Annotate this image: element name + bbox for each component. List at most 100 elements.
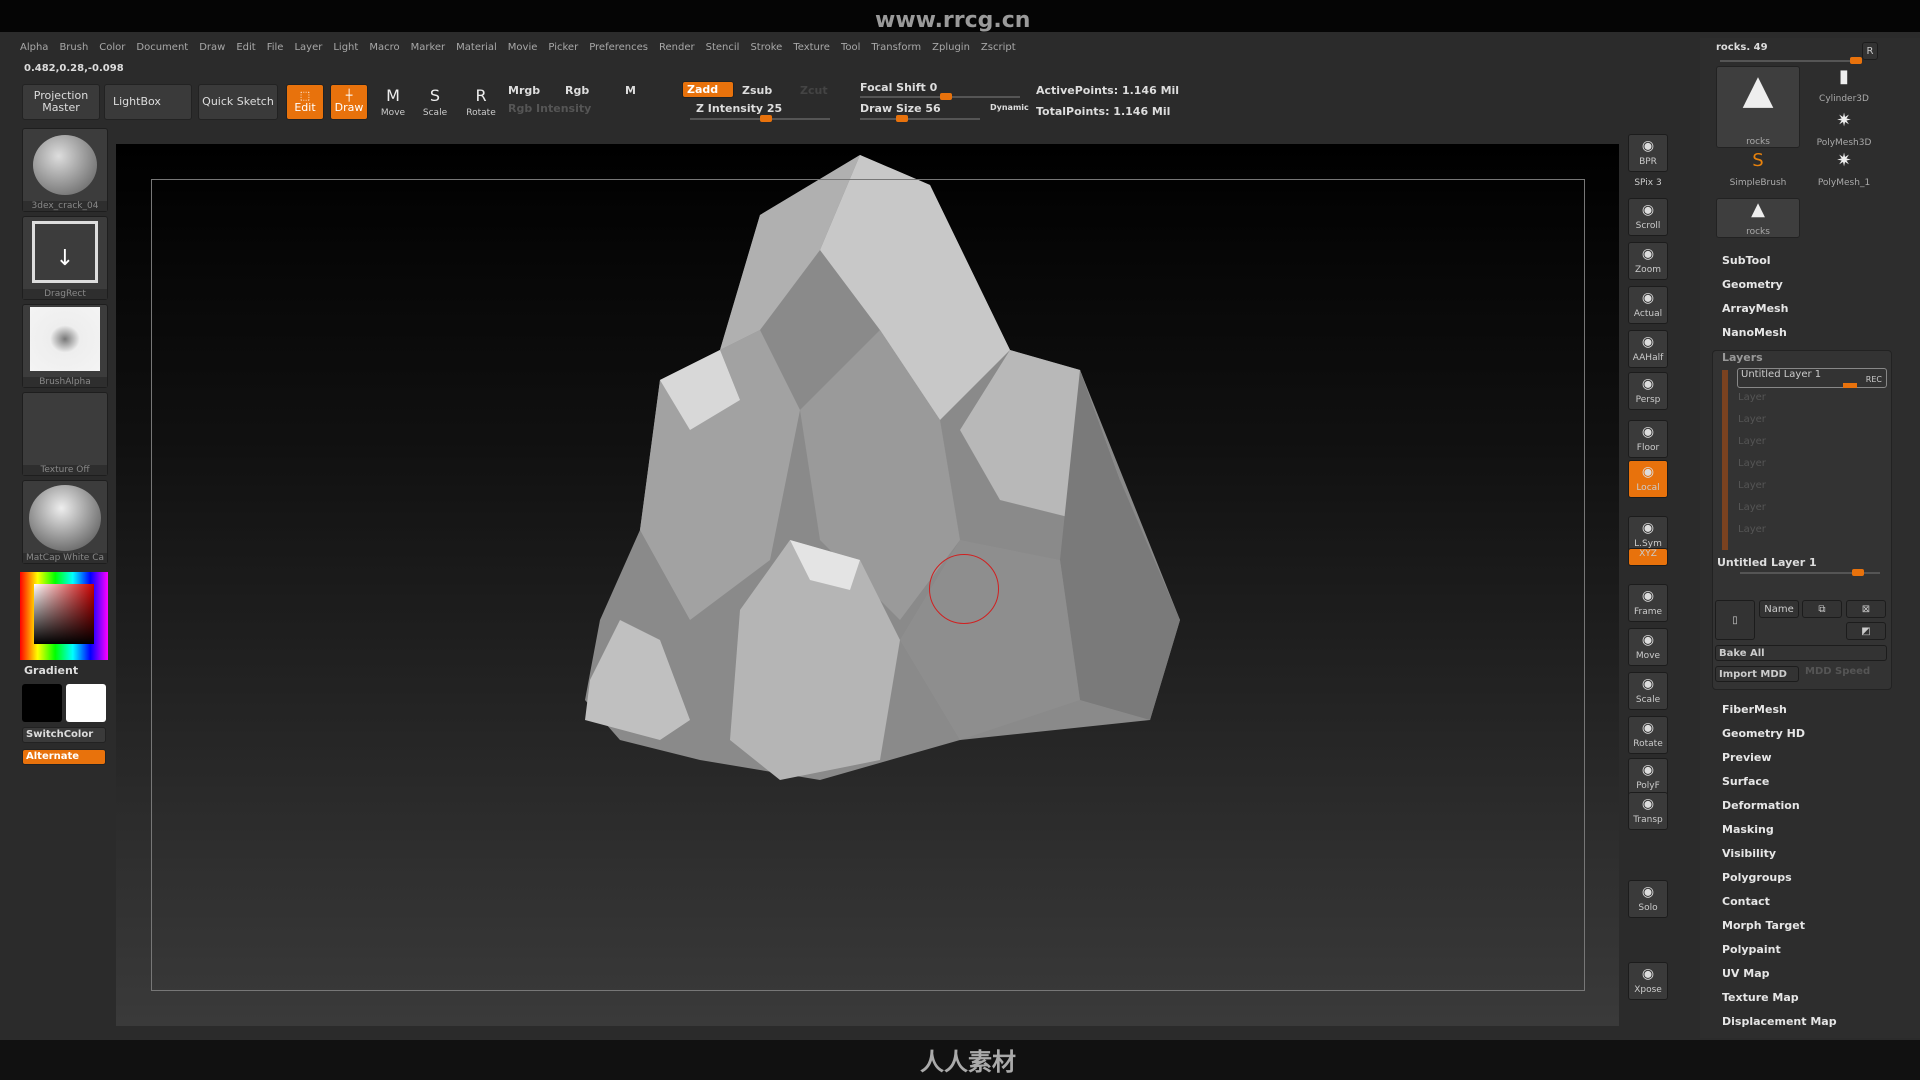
rotate-button[interactable]: R Rotate [464,84,498,124]
menu-morph-target[interactable]: Morph Target [1722,919,1805,932]
shelf-aahalf[interactable]: ◉ AAHalf [1628,330,1668,368]
menu-displacement-map[interactable]: Displacement Map [1722,1015,1837,1028]
menu-marker[interactable]: Marker [411,42,446,53]
tool-item-polymesh_1[interactable]: ✷ PolyMesh_1 [1806,150,1882,190]
mdd-speed-slider[interactable]: MDD Speed [1805,666,1870,677]
menu-light[interactable]: Light [333,42,358,53]
menu-tool[interactable]: Tool [841,42,860,53]
shelf-persp[interactable]: ◉ Persp [1628,372,1668,410]
layer-strength-handle[interactable] [1843,383,1857,388]
delete-layer-button[interactable]: ⊠ [1846,600,1886,618]
zsub-button[interactable]: Zsub [742,84,772,97]
shelf-bpr[interactable]: ◉ BPR [1628,134,1668,172]
menu-masking[interactable]: Masking [1722,823,1774,836]
shelf-spix-3[interactable]: SPix 3 [1628,178,1668,194]
menu-layer[interactable]: Layer [294,42,322,53]
menu-preferences[interactable]: Preferences [589,42,648,53]
menu-draw[interactable]: Draw [199,42,225,53]
current-layer-slider[interactable] [1740,569,1880,576]
edit-button[interactable]: ⬚ Edit [286,84,324,120]
layer-visibility-button[interactable]: ▯ [1715,600,1755,640]
shelf-solo[interactable]: ◉ Solo [1628,880,1668,918]
rgb-button[interactable]: Rgb [565,84,589,97]
menu-picker[interactable]: Picker [548,42,578,53]
menu-geometry-hd[interactable]: Geometry HD [1722,727,1805,740]
stroke-thumbnail[interactable]: ↓ DragRect [22,216,108,300]
layers-scrollbar[interactable] [1722,370,1728,550]
alternate-button[interactable]: Alternate [22,749,106,765]
menu-material[interactable]: Material [456,42,497,53]
menu-brush[interactable]: Brush [59,42,88,53]
secondary-color-swatch[interactable] [22,684,62,722]
layer-slot[interactable]: Layer [1738,458,1766,469]
rgb-intensity-slider[interactable]: Rgb Intensity [508,102,591,115]
color-picker[interactable] [20,572,108,660]
shelf-scale[interactable]: ◉ Scale [1628,672,1668,710]
menu-color[interactable]: Color [99,42,125,53]
shelf-xpose[interactable]: ◉ Xpose [1628,962,1668,1000]
tool-item-cylinder3d[interactable]: ▮ Cylinder3D [1806,66,1882,106]
shelf-rotate[interactable]: ◉ Rotate [1628,716,1668,754]
menu-zplugin[interactable]: Zplugin [932,42,970,53]
layer-slot[interactable]: Layer [1738,480,1766,491]
shelf-local[interactable]: ◉ Local [1628,460,1668,498]
texture-thumbnail[interactable]: Texture Off [22,392,108,476]
menu-document[interactable]: Document [136,42,188,53]
shelf-frame[interactable]: ◉ Frame [1628,584,1668,622]
tool-slider[interactable] [1720,57,1862,64]
layer-slot[interactable]: Layer [1738,436,1766,447]
draw-size-slider[interactable] [860,115,980,122]
menu-texture-map[interactable]: Texture Map [1722,991,1799,1004]
layer-slot[interactable]: Layer [1738,524,1766,535]
menu-nanomesh[interactable]: NanoMesh [1722,326,1787,339]
focal-shift-slider[interactable] [860,93,1020,100]
shelf-xyz[interactable]: XYZ [1628,548,1668,566]
menu-file[interactable]: File [267,42,284,53]
zadd-button[interactable]: Zadd [682,81,734,98]
menu-uv-map[interactable]: UV Map [1722,967,1770,980]
quick-sketch-button[interactable]: Quick Sketch [198,84,278,120]
draw-button[interactable]: ┼ Draw [330,84,368,120]
shelf-transp[interactable]: ◉ Transp [1628,792,1668,830]
brush-thumbnail[interactable]: 3dex_crack_04 [22,128,108,212]
menu-render[interactable]: Render [659,42,695,53]
zcut-button[interactable]: Zcut [800,84,828,97]
menu-zscript[interactable]: Zscript [981,42,1016,53]
tool-item-rocks[interactable]: ▲ rocks [1716,66,1800,148]
shelf-floor[interactable]: ◉ Floor [1628,420,1668,458]
material-thumbnail[interactable]: MatCap White Ca [22,480,108,564]
shelf-scroll[interactable]: ◉ Scroll [1628,198,1668,236]
shelf-move[interactable]: ◉ Move [1628,628,1668,666]
menu-polygroups[interactable]: Polygroups [1722,871,1792,884]
menu-geometry[interactable]: Geometry [1722,278,1783,291]
layer-item-active[interactable]: Untitled Layer 1 REC [1737,368,1887,388]
tool-item-rocks[interactable]: ▲ rocks [1716,198,1800,238]
shelf-actual[interactable]: ◉ Actual [1628,286,1668,324]
layer-split-button[interactable]: ◩ [1846,622,1886,640]
layer-slot[interactable]: Layer [1738,414,1766,425]
menu-preview[interactable]: Preview [1722,751,1772,764]
menu-transform[interactable]: Transform [871,42,921,53]
rec-toggle[interactable]: REC [1866,375,1882,384]
menu-texture[interactable]: Texture [793,42,830,53]
layer-name-button[interactable]: Name [1759,600,1799,618]
menu-macro[interactable]: Macro [369,42,399,53]
tool-item-simplebrush[interactable]: S SimpleBrush [1716,150,1800,190]
menu-polypaint[interactable]: Polypaint [1722,943,1781,956]
import-mdd-button[interactable]: Import MDD [1715,666,1799,682]
menu-stroke[interactable]: Stroke [750,42,782,53]
tool-item-polymesh3d[interactable]: ✷ PolyMesh3D [1806,110,1882,150]
move-button[interactable]: M Move [376,84,410,124]
mrgb-button[interactable]: Mrgb [508,84,540,97]
layer-slot[interactable]: Layer [1738,502,1766,513]
menu-alpha[interactable]: Alpha [20,42,48,53]
menu-fibermesh[interactable]: FiberMesh [1722,703,1787,716]
tool-r-button[interactable]: R [1862,42,1878,60]
dynamic-toggle[interactable]: Dynamic [990,103,1029,112]
alpha-thumbnail[interactable]: BrushAlpha [22,304,108,388]
projection-master-button[interactable]: Projection Master [22,84,100,120]
z-intensity-slider[interactable] [690,115,830,122]
new-layer-button[interactable]: ⧉ [1802,600,1842,618]
bake-all-button[interactable]: Bake All [1715,645,1887,661]
menu-stencil[interactable]: Stencil [706,42,740,53]
